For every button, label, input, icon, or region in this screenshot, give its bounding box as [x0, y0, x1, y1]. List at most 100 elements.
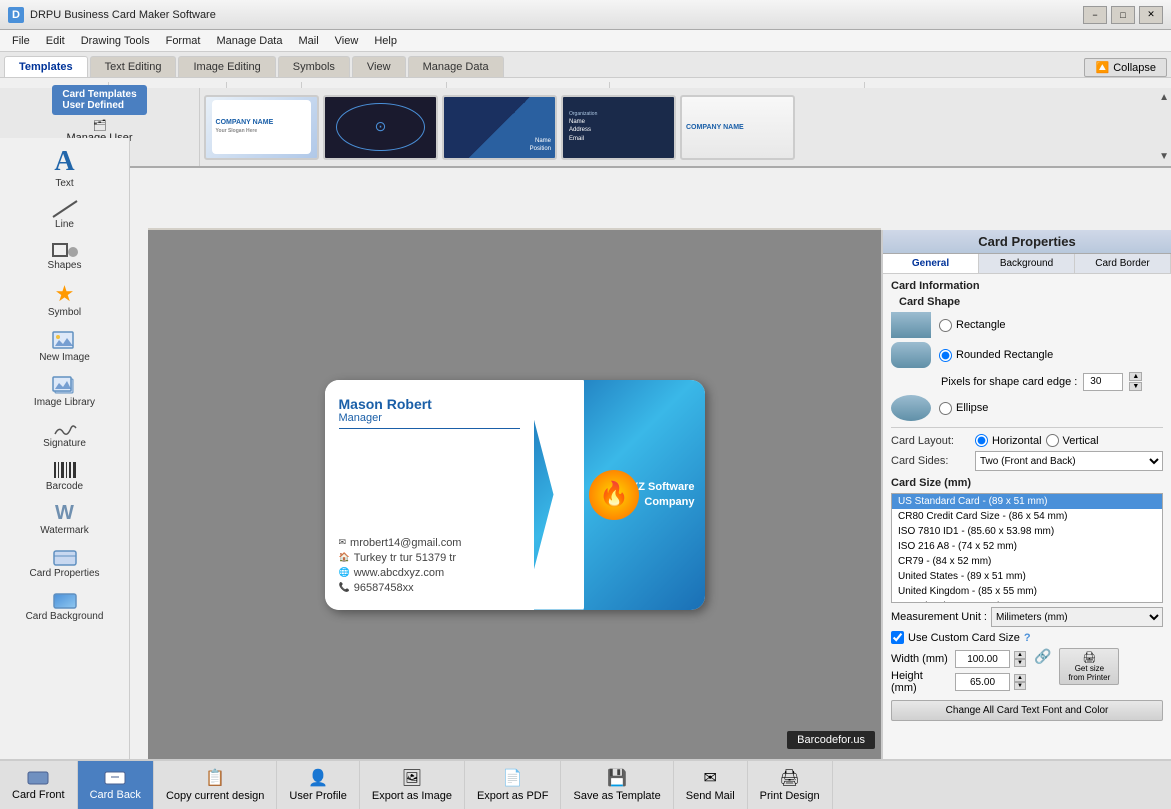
close-button[interactable]: ✕ [1139, 6, 1163, 24]
symbol-tool[interactable]: ★ Symbol [10, 277, 120, 322]
size-item-4[interactable]: CR79 - (84 x 52 mm) [892, 554, 1162, 569]
size-item-5[interactable]: United States - (89 x 51 mm) [892, 569, 1162, 584]
card-templates-button[interactable]: Card TemplatesUser Defined [52, 85, 146, 115]
radio-ellipse[interactable] [939, 402, 952, 415]
card-size-list[interactable]: US Standard Card - (89 x 51 mm) CR80 Cre… [891, 493, 1163, 603]
props-tabs: General Background Card Border [883, 254, 1171, 274]
help-icon[interactable]: ? [1024, 632, 1031, 644]
pixels-input[interactable] [1083, 373, 1123, 391]
template-thumb-4[interactable]: OrganizationNameAddressEmail [561, 95, 676, 160]
height-input[interactable] [955, 673, 1010, 691]
line-tool[interactable]: Line [10, 195, 120, 234]
menu-view[interactable]: View [327, 33, 367, 49]
menu-drawing-tools[interactable]: Drawing Tools [73, 33, 158, 49]
card-website-row: 🌐 www.abcdxyz.com [339, 567, 520, 579]
maximize-button[interactable]: □ [1111, 6, 1135, 24]
image-library-tool[interactable]: Image Library [10, 369, 120, 412]
custom-size-checkbox[interactable] [891, 631, 904, 644]
props-tab-background[interactable]: Background [979, 254, 1075, 273]
radio-horizontal[interactable] [975, 434, 988, 447]
props-tab-general[interactable]: General [883, 254, 979, 273]
template-thumb-5[interactable]: COMPANY NAME [680, 95, 795, 160]
size-item-2[interactable]: ISO 7810 ID1 - (85.60 x 53.98 mm) [892, 524, 1162, 539]
send-mail-button[interactable]: ✉ Send Mail [674, 761, 748, 809]
shape-preview-ellipse [891, 395, 931, 421]
pixels-up[interactable]: ▲ [1129, 372, 1142, 381]
radio-rounded-label[interactable]: Rounded Rectangle [939, 349, 1053, 362]
card-front-icon [26, 769, 50, 787]
scroll-up-arrow[interactable]: ▲ [1159, 92, 1169, 103]
size-item-1[interactable]: CR80 Credit Card Size - (86 x 54 mm) [892, 509, 1162, 524]
change-font-button[interactable]: Change All Card Text Font and Color [891, 700, 1163, 721]
radio-vertical[interactable] [1046, 434, 1059, 447]
radio-ellipse-label[interactable]: Ellipse [939, 402, 988, 415]
height-up[interactable]: ▲ [1014, 674, 1026, 682]
props-tab-card-border[interactable]: Card Border [1075, 254, 1171, 273]
size-item-0[interactable]: US Standard Card - (89 x 51 mm) [892, 494, 1162, 509]
flame-circle: 🔥 [589, 470, 639, 520]
menu-manage-data[interactable]: Manage Data [208, 33, 290, 49]
tab-symbols[interactable]: Symbols [278, 56, 350, 77]
menu-format[interactable]: Format [158, 33, 209, 49]
left-panel: A Text Line Shapes ★ Symbol New Image Im… [0, 138, 130, 763]
minimize-button[interactable]: − [1083, 6, 1107, 24]
tab-text-editing[interactable]: Text Editing [90, 56, 177, 77]
export-pdf-icon: 📄 [503, 768, 523, 788]
size-item-3[interactable]: ISO 216 A8 - (74 x 52 mm) [892, 539, 1162, 554]
tab-manage-data[interactable]: Manage Data [408, 56, 504, 77]
width-input[interactable] [955, 650, 1010, 668]
card-properties-icon [51, 546, 79, 568]
user-profile-button[interactable]: 👤 User Profile [277, 761, 359, 809]
text-tool[interactable]: A Text [10, 142, 120, 193]
template-thumb-2[interactable]: ⊙ [323, 95, 438, 160]
card-background-icon [51, 589, 79, 611]
card-front-button[interactable]: Card Front [0, 761, 78, 809]
measurement-select[interactable]: Milimeters (mm) Inches (in) [991, 607, 1163, 627]
scroll-down-arrow[interactable]: ▼ [1159, 151, 1169, 162]
website-icon: 🌐 [339, 567, 350, 578]
tab-image-editing[interactable]: Image Editing [178, 56, 275, 77]
size-item-6[interactable]: United Kingdom - (85 x 55 mm) [892, 584, 1162, 599]
card-back-button[interactable]: Card Back [78, 761, 154, 809]
menu-file[interactable]: File [4, 33, 38, 49]
menu-help[interactable]: Help [366, 33, 405, 49]
card-background-tool[interactable]: Card Background [10, 585, 120, 626]
watermark-tool[interactable]: W Watermark [10, 498, 120, 540]
card-job-title: Manager [339, 412, 520, 429]
size-item-7[interactable]: Canada - (89 x 51 mm) [892, 599, 1162, 603]
radio-horiz-label[interactable]: Horizontal [975, 434, 1042, 447]
watermark-label: Watermark [40, 525, 89, 536]
width-label: Width (mm) [891, 653, 951, 665]
template-thumb-1[interactable]: COMPANY NAMEYour Slogan Here [204, 95, 319, 160]
tab-templates[interactable]: Templates [4, 56, 88, 77]
shapes-tool[interactable]: Shapes [10, 236, 120, 275]
width-down[interactable]: ▼ [1014, 659, 1026, 667]
save-template-button[interactable]: 💾 Save as Template [561, 761, 673, 809]
new-image-tool[interactable]: New Image [10, 324, 120, 367]
radio-rounded[interactable] [939, 349, 952, 362]
card-address: Turkey tr tur 51379 tr [354, 552, 456, 564]
menu-mail[interactable]: Mail [290, 33, 326, 49]
export-image-label: Export as Image [372, 790, 452, 802]
card-properties-tool[interactable]: Card Properties [10, 542, 120, 583]
app-title: DRPU Business Card Maker Software [30, 9, 1083, 21]
radio-rect[interactable] [939, 319, 952, 332]
radio-vert-label[interactable]: Vertical [1046, 434, 1099, 447]
radio-rect-label[interactable]: Rectangle [939, 319, 1006, 332]
height-down[interactable]: ▼ [1014, 682, 1026, 690]
card-back-label: Card Back [90, 789, 141, 801]
template-thumb-3[interactable]: NamePosition [442, 95, 557, 160]
export-image-button[interactable]: 🖼 Export as Image [360, 761, 465, 809]
tab-view[interactable]: View [352, 56, 406, 77]
copy-design-button[interactable]: 📋 Copy current design [154, 761, 277, 809]
signature-tool[interactable]: Signature [10, 414, 120, 453]
print-design-button[interactable]: 🖨 Print Design [748, 761, 833, 809]
pixels-down[interactable]: ▼ [1129, 382, 1142, 391]
width-up[interactable]: ▲ [1014, 651, 1026, 659]
barcode-tool[interactable]: Barcode [10, 455, 120, 496]
export-pdf-button[interactable]: 📄 Export as PDF [465, 761, 562, 809]
menu-edit[interactable]: Edit [38, 33, 73, 49]
collapse-button[interactable]: 🔼 Collapse [1084, 58, 1167, 77]
sides-select[interactable]: Two (Front and Back) One (Front Only) [975, 451, 1163, 471]
get-size-button[interactable]: 🖨 Get sizefrom Printer [1059, 648, 1119, 685]
